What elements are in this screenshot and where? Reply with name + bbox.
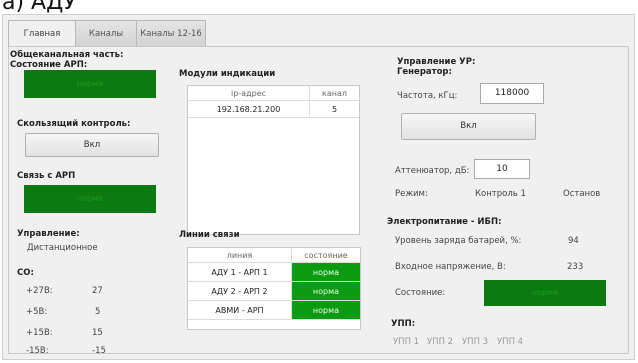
upp-item[interactable]: УПП 4 xyxy=(497,337,523,347)
channel-cell: 5 xyxy=(310,101,359,118)
line-cell: АДУ 2 - АРП 2 xyxy=(188,282,292,301)
battery-label: Уровень заряда батарей, %: xyxy=(395,236,522,246)
arp-state-indicator: норма xyxy=(24,70,156,98)
upp-item[interactable]: УПП 2 xyxy=(427,337,453,347)
line-cell: АДУ 1 - АРП 1 xyxy=(188,263,292,282)
generator-label: Генератор: xyxy=(397,67,452,77)
tab-channels[interactable]: Каналы xyxy=(75,20,137,47)
tab-channels-12-16[interactable]: Каналы 12-16 xyxy=(136,20,206,47)
ur-control-title: Управление УР: xyxy=(397,57,476,67)
co-row-value: 27 xyxy=(92,286,103,296)
line-cell: АВМИ - АРП xyxy=(188,301,292,320)
co-row-value: -15 xyxy=(92,346,106,356)
mode-label: Режим: xyxy=(395,189,428,199)
frequency-input[interactable]: 118000 xyxy=(480,83,544,104)
table-row[interactable]: АДУ 2 - АРП 2 норма xyxy=(188,282,360,301)
table-row[interactable]: 192.168.21.200 5 xyxy=(188,101,359,118)
arp-state-label: Состояние АРП: xyxy=(10,60,88,70)
sliding-control-label: Скользящий контроль: xyxy=(17,119,131,129)
main-panel: Общеканальная часть: Состояние АРП: норм… xyxy=(8,46,629,356)
column-header-ip: ip-адрес xyxy=(188,86,310,101)
arp-link-label: Связь с АРП xyxy=(17,171,76,181)
co-row-name: -15В: xyxy=(26,346,49,356)
state-cell: норма xyxy=(292,301,360,320)
control-label: Управление: xyxy=(17,229,80,239)
state-cell: норма xyxy=(292,282,360,301)
ups-state-label: Состояние: xyxy=(395,288,446,298)
indication-title: Модули индикации xyxy=(179,69,276,79)
figure-caption: a) АДУ xyxy=(2,0,77,15)
table-header-row: линия состояние xyxy=(188,248,360,263)
power-title: Электропитание - ИБП: xyxy=(387,217,502,227)
upp-title: УПП: xyxy=(391,319,416,329)
app-window: Главная Каналы Каналы 12-16 Общеканальна… xyxy=(2,14,635,360)
common-part-title: Общеканальная часть: xyxy=(10,50,124,60)
upp-item[interactable]: УПП 1 xyxy=(393,337,419,347)
tab-main[interactable]: Главная xyxy=(8,20,76,47)
upp-item[interactable]: УПП 3 xyxy=(462,337,488,347)
mode-value: Контроль 1 xyxy=(475,189,526,199)
generator-on-button[interactable]: Вкл xyxy=(401,113,536,140)
co-row-name: +5В: xyxy=(26,307,48,317)
attenuator-label: Аттенюатор, дБ: xyxy=(395,166,470,176)
control-value: Дистанционное xyxy=(27,243,98,253)
column-header-channel: канал xyxy=(310,86,359,101)
co-row-name: +15В: xyxy=(26,328,53,338)
arp-link-indicator: норма xyxy=(24,185,156,213)
co-row-name: +27В: xyxy=(26,286,53,296)
column-header-state: состояние xyxy=(292,248,360,263)
co-label: СО: xyxy=(17,268,34,278)
links-title: Линии связи xyxy=(179,230,240,240)
ups-state-indicator: норма xyxy=(484,280,606,306)
co-row-value: 5 xyxy=(95,307,101,317)
ip-cell: 192.168.21.200 xyxy=(188,101,310,118)
table-row[interactable]: АДУ 1 - АРП 1 норма xyxy=(188,263,360,282)
co-row-value: 15 xyxy=(92,328,103,338)
stop-label[interactable]: Останов xyxy=(563,189,600,199)
column-header-line: линия xyxy=(188,248,292,263)
sliding-control-button[interactable]: Вкл xyxy=(25,133,159,157)
attenuator-input[interactable]: 10 xyxy=(474,159,530,179)
input-voltage-label: Входное напряжение, В: xyxy=(395,262,506,272)
input-voltage-value: 233 xyxy=(567,262,584,272)
table-header-row: ip-адрес канал xyxy=(188,86,359,101)
battery-value: 94 xyxy=(568,236,579,246)
table-row[interactable]: АВМИ - АРП норма xyxy=(188,301,360,320)
frequency-label: Частота, кГц: xyxy=(397,91,458,101)
indication-table: ip-адрес канал 192.168.21.200 5 xyxy=(187,85,360,235)
state-cell: норма xyxy=(292,263,360,282)
links-table: линия состояние АДУ 1 - АРП 1 норма АДУ … xyxy=(187,247,361,330)
